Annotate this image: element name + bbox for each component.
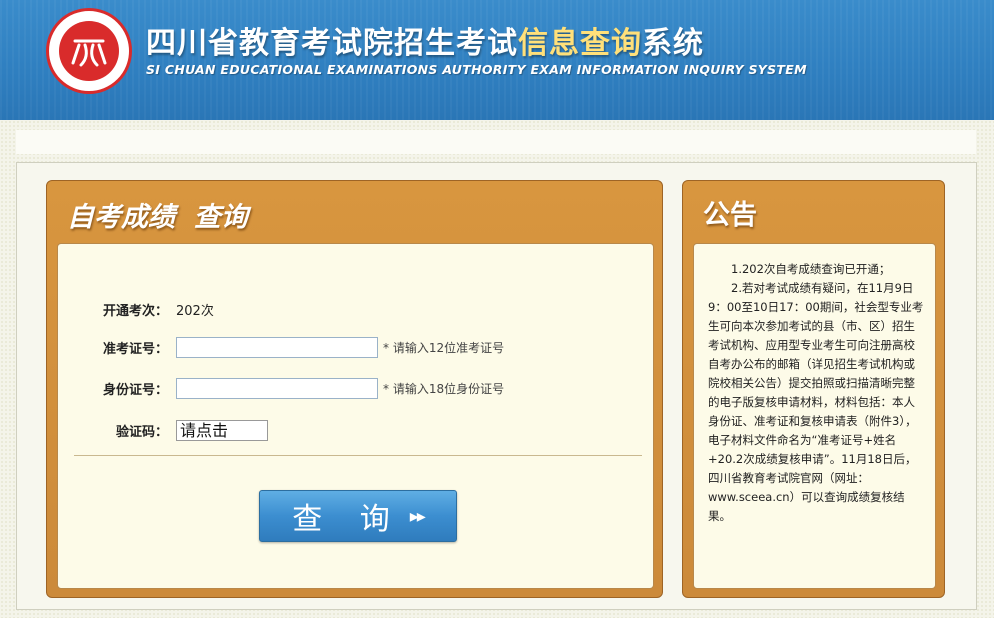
double-chevron-right-icon: ▸▸ (409, 505, 426, 527)
captcha-label: 验证码： (115, 425, 168, 440)
query-panel-title: 自考成绩 查询 (67, 202, 248, 233)
notice-paragraph-1: 1.202次自考成绩查询已开通； (731, 262, 891, 276)
query-button[interactable]: 查 询 ▸▸ (259, 490, 457, 542)
exam-session-label: 开通考次： (102, 304, 168, 319)
notice-paragraph-2: 2.若对考试成绩有疑问，在11月9日9：00至10日17：00期间，社会型专业考… (708, 281, 924, 523)
top-band (16, 130, 976, 154)
notice-body: 1.202次自考成绩查询已开通； 2.若对考试成绩有疑问，在11月9日9：00至… (693, 243, 936, 589)
exam-session-row: 开通考次： 202次 (58, 300, 214, 319)
ticket-row: 准考证号： * 请输入12位准考证号 (58, 337, 504, 358)
score-query-panel: 自考成绩 查询 开通考次： 202次 准考证号： * 请输入12位准考证号 身份… (46, 180, 663, 598)
notice-panel-title: 公告 (703, 200, 757, 231)
logo-emblem-icon (59, 21, 119, 81)
id-label: 身份证号： (102, 383, 168, 398)
education-authority-logo (46, 8, 132, 94)
captcha-row: 验证码： 请点击 (58, 420, 268, 441)
query-form: 开通考次： 202次 准考证号： * 请输入12位准考证号 身份证号： * 请输… (57, 243, 654, 589)
ticket-label: 准考证号： (102, 342, 168, 357)
query-button-label: 查 询 (292, 502, 404, 537)
site-title: 四川省教育考试院招生考试信息查询系统 (146, 18, 704, 62)
captcha-box[interactable]: 请点击 (176, 420, 268, 441)
site-title-highlight: 信息查询 (518, 26, 642, 61)
ticket-hint: * 请输入12位准考证号 (383, 341, 505, 355)
id-row: 身份证号： * 请输入18位身份证号 (58, 378, 504, 399)
site-title-part1: 四川省教育考试院招生考试 (146, 26, 518, 61)
site-subtitle: SI CHUAN EDUCATIONAL EXAMINATIONS AUTHOR… (146, 62, 807, 77)
notice-text: 1.202次自考成绩查询已开通； 2.若对考试成绩有疑问，在11月9日9：00至… (708, 260, 926, 526)
exam-session-value: 202次 (176, 304, 214, 319)
id-hint: * 请输入18位身份证号 (383, 382, 505, 396)
form-divider (74, 455, 642, 456)
notice-panel: 公告 1.202次自考成绩查询已开通； 2.若对考试成绩有疑问，在11月9日9：… (682, 180, 945, 598)
ticket-number-input[interactable] (176, 337, 378, 358)
site-header: 四川省教育考试院招生考试信息查询系统 SI CHUAN EDUCATIONAL … (0, 0, 994, 120)
site-title-part2: 系统 (642, 26, 704, 61)
id-number-input[interactable] (176, 378, 378, 399)
